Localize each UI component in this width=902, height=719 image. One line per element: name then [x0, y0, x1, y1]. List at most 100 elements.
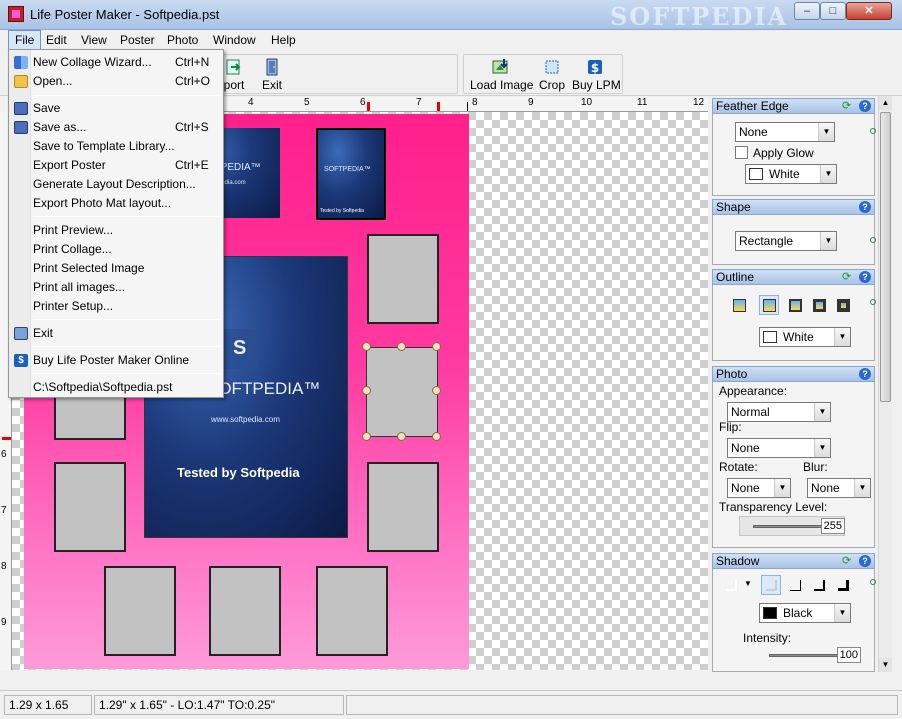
resize-handle[interactable] — [362, 386, 371, 395]
dollar-icon: $ — [586, 58, 604, 76]
outline-style-none-button[interactable] — [729, 295, 749, 315]
appearance-select[interactable]: Normal ▼ — [727, 402, 831, 422]
ruler-marker — [2, 437, 11, 440]
outline-style-heavy-button[interactable] — [833, 295, 853, 315]
rotate-label: Rotate: — [719, 460, 758, 474]
outline-style-thin-button[interactable] — [759, 295, 779, 315]
resize-handle[interactable] — [397, 432, 406, 441]
photo-header[interactable]: Photo ? — [712, 366, 875, 382]
chevron-down-icon: ▼ — [774, 479, 790, 497]
shadow-color-select[interactable]: Black ▼ — [759, 603, 851, 623]
panel-scrollbar[interactable]: ▲ ▼ — [878, 96, 892, 672]
menu-poster[interactable]: Poster — [114, 30, 161, 50]
menu-item-print-preview[interactable]: Print Preview... — [11, 221, 221, 240]
scrollbar-thumb[interactable] — [880, 112, 891, 402]
outline-color-select[interactable]: White ▼ — [759, 327, 851, 347]
blur-select[interactable]: None ▼ — [807, 478, 871, 498]
feather-edge-select[interactable]: None ▼ — [735, 122, 835, 142]
link-icon — [870, 299, 876, 305]
transparency-slider[interactable] — [753, 525, 827, 528]
chevron-down-icon[interactable]: ▼ — [744, 579, 752, 588]
buy-lpm-button[interactable]: $ Buy LPM — [572, 56, 621, 94]
outline-style-medium-button[interactable] — [785, 295, 805, 315]
menu-item-buy-online[interactable]: $ Buy Life Poster Maker Online — [11, 351, 221, 370]
menu-help[interactable]: Help — [265, 30, 302, 50]
refresh-icon[interactable]: ⟳ — [842, 555, 854, 567]
maximize-button[interactable]: □ — [820, 2, 846, 20]
menu-item-print-selected[interactable]: Print Selected Image — [11, 259, 221, 278]
photo-slot-empty[interactable] — [367, 462, 439, 552]
shadow-medium-button[interactable] — [809, 575, 829, 595]
menu-bar: File Edit View Poster Photo Window Help — [0, 30, 902, 50]
glow-color-select[interactable]: White ▼ — [745, 164, 837, 184]
resize-handle[interactable] — [362, 432, 371, 441]
photo-slot-empty[interactable] — [104, 566, 176, 656]
photo-slot-empty[interactable] — [209, 566, 281, 656]
transparency-value[interactable]: 255 — [821, 518, 845, 534]
photo-slot-selected[interactable] — [366, 347, 438, 437]
export-button[interactable]: port — [222, 56, 246, 94]
shape-select[interactable]: Rectangle ▼ — [735, 231, 837, 251]
apply-glow-checkbox[interactable] — [735, 146, 748, 159]
outline-style-thick-button[interactable] — [809, 295, 829, 315]
rotate-select[interactable]: None ▼ — [727, 478, 791, 498]
menu-item-export-poster[interactable]: Export Poster Ctrl+E — [11, 156, 221, 175]
refresh-icon[interactable]: ⟳ — [842, 100, 854, 112]
watermark: SOFTPEDIA — [610, 2, 789, 31]
photo-slot-empty[interactable] — [54, 462, 126, 552]
menu-item-save-to-template[interactable]: Save to Template Library... — [11, 137, 221, 156]
scroll-down-icon[interactable]: ▼ — [879, 658, 892, 672]
menu-edit[interactable]: Edit — [40, 30, 73, 50]
exit-toolbar-button[interactable]: Exit — [258, 56, 286, 94]
menu-item-exit[interactable]: Exit — [11, 324, 221, 343]
photo-slot-empty[interactable] — [367, 234, 439, 324]
photo-slot-empty[interactable] — [54, 396, 126, 440]
floppy-icon — [14, 102, 28, 115]
scroll-up-icon[interactable]: ▲ — [879, 96, 892, 110]
help-icon[interactable]: ? — [859, 271, 871, 283]
help-icon[interactable]: ? — [859, 100, 871, 112]
outline-header[interactable]: Outline ⟳ ? — [712, 269, 875, 285]
menu-item-export-photo-mat[interactable]: Export Photo Mat layout... — [11, 194, 221, 213]
resize-handle[interactable] — [432, 386, 441, 395]
shadow-small-button[interactable] — [785, 575, 805, 595]
shadow-none-button[interactable] — [721, 575, 741, 595]
menu-item-print-all[interactable]: Print all images... — [11, 278, 221, 297]
resize-handle[interactable] — [362, 342, 371, 351]
menu-window[interactable]: Window — [207, 30, 262, 50]
intensity-value[interactable]: 100 — [837, 647, 861, 663]
shadow-header[interactable]: Shadow ⟳ ? — [712, 553, 875, 569]
close-button[interactable]: ✕ — [846, 2, 892, 20]
help-icon[interactable]: ? — [859, 368, 871, 380]
feather-edge-header[interactable]: Feather Edge ⟳ ? — [712, 98, 875, 114]
shadow-light-button[interactable] — [761, 575, 781, 595]
menu-item-save[interactable]: Save — [11, 99, 221, 118]
crop-icon — [543, 58, 561, 76]
help-icon[interactable]: ? — [859, 201, 871, 213]
help-icon[interactable]: ? — [859, 555, 871, 567]
menu-view[interactable]: View — [75, 30, 113, 50]
photo-slot-empty[interactable] — [316, 566, 388, 656]
intensity-slider[interactable] — [769, 654, 843, 657]
photo-slot-softpedia-tested[interactable]: SOFTPEDIA™ Tested by Softpedia — [316, 128, 386, 220]
crop-button[interactable]: Crop — [537, 56, 567, 94]
load-image-button[interactable]: Load Image — [470, 56, 533, 94]
menu-item-new-collage-wizard[interactable]: New Collage Wizard... Ctrl+N — [11, 53, 221, 72]
menu-item-generate-layout[interactable]: Generate Layout Description... — [11, 175, 221, 194]
menu-photo[interactable]: Photo — [161, 30, 204, 50]
minimize-button[interactable]: – — [794, 2, 820, 20]
menu-item-save-as[interactable]: Save as... Ctrl+S — [11, 118, 221, 137]
resize-handle[interactable] — [397, 342, 406, 351]
menu-item-print-collage[interactable]: Print Collage... — [11, 240, 221, 259]
flip-select[interactable]: None ▼ — [727, 438, 831, 458]
shape-header[interactable]: Shape ? — [712, 199, 875, 215]
shadow-large-button[interactable] — [833, 575, 853, 595]
refresh-icon[interactable]: ⟳ — [842, 271, 854, 283]
menu-item-open[interactable]: Open... Ctrl+O — [11, 72, 221, 91]
resize-handle[interactable] — [432, 342, 441, 351]
menu-file[interactable]: File — [8, 30, 42, 50]
menu-item-recent-file[interactable]: C:\Softpedia\Softpedia.pst — [11, 378, 221, 397]
menu-item-printer-setup[interactable]: Printer Setup... — [11, 297, 221, 316]
resize-handle[interactable] — [432, 432, 441, 441]
dollar-icon: $ — [14, 354, 28, 367]
